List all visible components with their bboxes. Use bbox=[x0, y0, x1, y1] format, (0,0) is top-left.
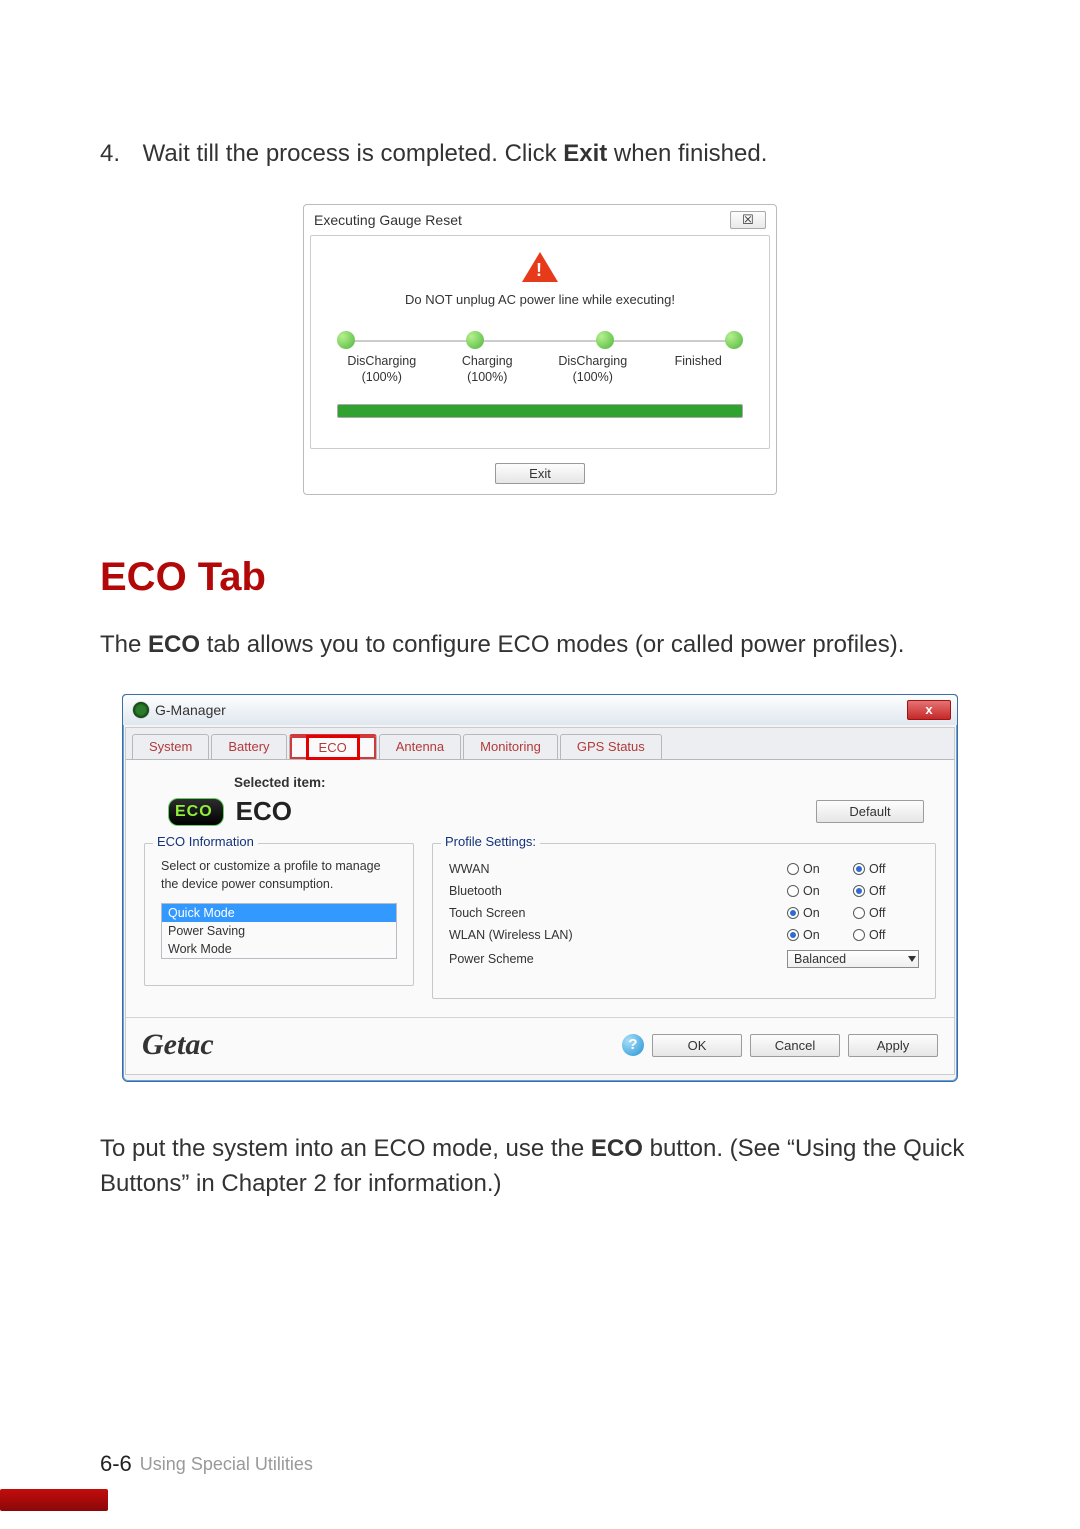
eco-information-fieldset: ECO Information Select or customize a pr… bbox=[144, 843, 414, 986]
tab-gps-status[interactable]: GPS Status bbox=[560, 734, 662, 759]
page-number: 6-6 bbox=[100, 1451, 132, 1477]
radio-on[interactable] bbox=[787, 907, 799, 919]
radio-off[interactable] bbox=[853, 863, 865, 875]
radio-off[interactable] bbox=[853, 907, 865, 919]
tab-antenna[interactable]: Antenna bbox=[379, 734, 461, 759]
radio-off[interactable] bbox=[853, 929, 865, 941]
app-icon bbox=[133, 702, 149, 718]
setting-label: Power Scheme bbox=[449, 952, 787, 966]
brand-logo: Getac bbox=[142, 1028, 214, 1062]
radio-on[interactable] bbox=[787, 929, 799, 941]
profile-settings-legend: Profile Settings: bbox=[441, 834, 540, 849]
dialog2-title: G-Manager bbox=[155, 702, 226, 718]
radio-off[interactable] bbox=[853, 885, 865, 897]
radio-on[interactable] bbox=[787, 885, 799, 897]
section-heading: ECO Tab bbox=[100, 555, 980, 600]
tab-system[interactable]: System bbox=[132, 734, 209, 759]
power-scheme-select[interactable]: Balanced bbox=[787, 950, 919, 968]
progress-node bbox=[466, 331, 484, 349]
dialog1-title: Executing Gauge Reset bbox=[314, 212, 462, 228]
step-instruction: 4. Wait till the process is completed. C… bbox=[100, 140, 980, 168]
outro-paragraph: To put the system into an ECO mode, use … bbox=[100, 1132, 980, 1202]
step-number: 4. bbox=[100, 140, 136, 168]
tab-monitoring[interactable]: Monitoring bbox=[463, 734, 558, 759]
eco-info-desc: Select or customize a profile to manage … bbox=[161, 858, 397, 893]
apply-button[interactable]: Apply bbox=[848, 1034, 938, 1057]
progress-node bbox=[596, 331, 614, 349]
progress-label: Finished bbox=[646, 353, 752, 386]
selected-item-name: ECO bbox=[236, 796, 292, 827]
step-text-after: when finished. bbox=[607, 140, 767, 167]
tab-eco[interactable]: ECO bbox=[289, 734, 377, 759]
gmanager-dialog: G-Manager x System Battery ECO Antenna M… bbox=[122, 694, 958, 1082]
step-bold: Exit bbox=[563, 140, 607, 167]
tab-bar: System Battery ECO Antenna Monitoring GP… bbox=[126, 728, 954, 760]
mode-item-work[interactable]: Work Mode bbox=[162, 940, 396, 958]
exit-button[interactable]: Exit bbox=[495, 463, 585, 484]
tab-battery[interactable]: Battery bbox=[211, 734, 286, 759]
profile-settings-fieldset: Profile Settings: WWAN On Off Bluetooth … bbox=[432, 843, 936, 999]
setting-label: Touch Screen bbox=[449, 906, 787, 920]
close-icon[interactable]: x bbox=[907, 700, 951, 720]
setting-label: Bluetooth bbox=[449, 884, 787, 898]
progress-label: DisCharging (100%) bbox=[329, 353, 435, 386]
dialog1-message: Do NOT unplug AC power line while execut… bbox=[319, 292, 761, 307]
progress-node bbox=[337, 331, 355, 349]
progress-label: Charging (100%) bbox=[435, 353, 541, 386]
intro-paragraph: The ECO tab allows you to configure ECO … bbox=[100, 628, 980, 663]
close-icon[interactable]: ☒ bbox=[730, 211, 766, 229]
help-icon[interactable]: ? bbox=[622, 1034, 644, 1056]
progress-bar bbox=[337, 404, 743, 418]
ok-button[interactable]: OK bbox=[652, 1034, 742, 1057]
default-button[interactable]: Default bbox=[816, 800, 924, 823]
selected-item-label: Selected item: bbox=[234, 775, 326, 790]
eco-badge-icon: ECO bbox=[168, 798, 224, 826]
warning-icon bbox=[522, 252, 558, 282]
progress-node bbox=[725, 331, 743, 349]
progress-label: DisCharging (100%) bbox=[540, 353, 646, 386]
setting-label: WWAN bbox=[449, 862, 787, 876]
step-text-before: Wait till the process is completed. Clic… bbox=[143, 140, 564, 167]
footer-accent-bar bbox=[0, 1489, 108, 1511]
eco-info-legend: ECO Information bbox=[153, 834, 258, 849]
mode-item-powersaving[interactable]: Power Saving bbox=[162, 922, 396, 940]
mode-listbox[interactable]: Quick Mode Power Saving Work Mode bbox=[161, 903, 397, 959]
mode-item-quick[interactable]: Quick Mode bbox=[162, 904, 396, 922]
chapter-title: Using Special Utilities bbox=[140, 1454, 313, 1475]
cancel-button[interactable]: Cancel bbox=[750, 1034, 840, 1057]
setting-label: WLAN (Wireless LAN) bbox=[449, 928, 787, 942]
gauge-reset-dialog: Executing Gauge Reset ☒ Do NOT unplug AC… bbox=[303, 204, 777, 495]
radio-on[interactable] bbox=[787, 863, 799, 875]
chevron-down-icon bbox=[908, 956, 916, 962]
